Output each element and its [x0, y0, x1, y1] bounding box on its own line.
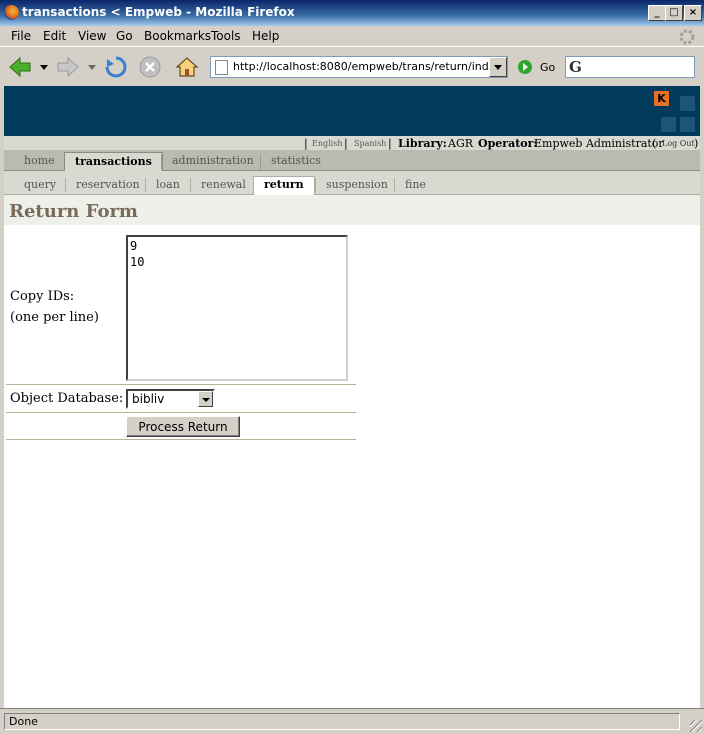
firefox-icon [4, 5, 19, 20]
home-icon[interactable] [175, 55, 199, 79]
menu-bookmarks[interactable]: Bookmarks [144, 29, 211, 43]
library-label: Library: [398, 137, 447, 150]
navigation-toolbar: Go G [0, 46, 704, 87]
subtab-reservation[interactable]: reservation [65, 178, 150, 192]
logo-icon: K [654, 91, 669, 106]
forward-dropdown-icon[interactable] [88, 65, 96, 71]
go-icon[interactable] [518, 60, 532, 74]
separator: | [344, 137, 348, 150]
menu-file[interactable]: File [11, 29, 31, 43]
chevron-down-icon[interactable] [198, 391, 213, 407]
subtab-loan[interactable]: loan [145, 178, 190, 192]
spanish-link[interactable]: Spanish [354, 139, 386, 148]
copy-ids-textarea[interactable]: 9 10 [126, 235, 348, 381]
row-divider [6, 439, 356, 440]
row-divider [6, 412, 356, 413]
subtab-return[interactable]: return [253, 176, 315, 195]
object-database-label: Object Database: [10, 391, 124, 406]
paren-open: ( [652, 137, 657, 150]
address-bar[interactable] [210, 56, 508, 78]
url-history-dropdown[interactable] [489, 57, 507, 77]
paren-close: ) [694, 137, 699, 150]
logout-link[interactable]: Log Out [662, 139, 695, 148]
object-database-select[interactable]: bibliv [126, 389, 215, 409]
close-button[interactable]: × [684, 5, 702, 21]
english-link[interactable]: English [312, 139, 343, 148]
minimize-button[interactable]: _ [648, 5, 666, 21]
object-database-value: bibliv [132, 392, 165, 406]
tab-administration[interactable]: administration [161, 154, 264, 170]
back-dropdown-icon[interactable] [40, 65, 48, 71]
google-search-icon[interactable]: G [569, 58, 582, 76]
main-tabs: home transactions administration statist… [4, 150, 700, 172]
menu-bar: File Edit View Go Bookmarks Tools Help [0, 26, 704, 46]
decorative-square [680, 117, 695, 132]
maximize-button[interactable]: □ [665, 5, 683, 21]
reload-icon[interactable] [104, 55, 128, 79]
menu-help[interactable]: Help [252, 29, 279, 43]
copy-ids-hint: (one per line) [10, 310, 99, 325]
decorative-square [661, 117, 676, 132]
separator: | [304, 137, 308, 150]
search-bar[interactable]: G [565, 56, 695, 78]
tab-transactions[interactable]: transactions [64, 152, 163, 172]
sub-tabs: query reservation loan renewal return su… [4, 171, 700, 195]
resize-grip-icon[interactable] [690, 720, 702, 732]
session-info-bar: | English | Spanish | Library: AGR Opera… [4, 136, 700, 150]
library-value: AGR [448, 137, 474, 150]
separator: | [388, 137, 392, 150]
page-icon [215, 60, 228, 75]
forward-icon[interactable] [56, 55, 80, 79]
page-title: Return Form [9, 201, 138, 222]
subtab-suspension[interactable]: suspension [315, 178, 398, 192]
subtab-query[interactable]: query [14, 178, 66, 192]
process-return-button[interactable]: Process Return [126, 416, 240, 437]
operator-value: Empweb Administrator [534, 137, 664, 150]
tab-home[interactable]: home [14, 154, 65, 170]
status-text: Done [4, 713, 680, 730]
status-bar: Done [0, 708, 704, 734]
menu-view[interactable]: View [78, 29, 106, 43]
url-input[interactable] [233, 58, 495, 74]
empweb-banner: K [4, 86, 700, 136]
throbber-icon [679, 29, 695, 45]
window-title: transactions < Empweb - Mozilla Firefox [22, 5, 295, 19]
copy-ids-label: Copy IDs: [10, 289, 75, 304]
go-button-label[interactable]: Go [540, 61, 555, 74]
menu-go[interactable]: Go [116, 29, 133, 43]
tab-statistics[interactable]: statistics [260, 154, 331, 170]
decorative-square [680, 96, 695, 111]
operator-label: Operator: [478, 137, 538, 150]
form-header: Return Form [4, 195, 700, 225]
menu-tools[interactable]: Tools [211, 29, 241, 43]
subtab-renewal[interactable]: renewal [190, 178, 256, 192]
stop-icon[interactable] [138, 55, 162, 79]
menu-edit[interactable]: Edit [43, 29, 66, 43]
row-divider [6, 384, 356, 385]
window-title-bar: transactions < Empweb - Mozilla Firefox … [0, 0, 704, 26]
page-content: K | English | Spanish | Library: AGR Ope… [4, 86, 700, 708]
subtab-fine[interactable]: fine [394, 178, 436, 192]
back-icon[interactable] [8, 55, 32, 79]
